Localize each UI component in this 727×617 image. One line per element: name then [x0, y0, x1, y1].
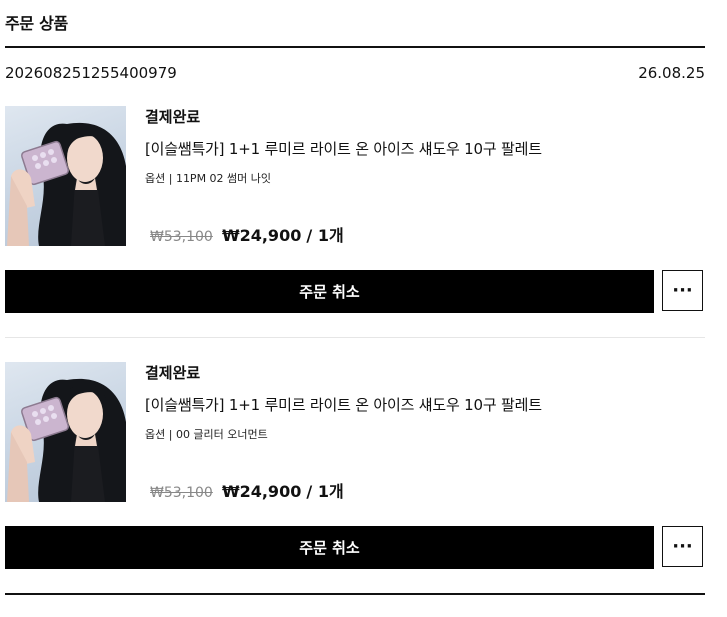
- cancel-order-button[interactable]: 주문 취소: [5, 526, 654, 569]
- top-divider: [5, 46, 705, 48]
- bottom-divider: [5, 593, 705, 595]
- product-thumbnail[interactable]: [5, 362, 126, 502]
- more-options-button[interactable]: ···: [662, 270, 703, 311]
- order-item: 결제완료 [이슬쌤특가] 1+1 루미르 라이트 온 아이즈 섀도우 10구 팔…: [0, 362, 727, 612]
- order-products-page: 주문 상품 202608251255400979 26.08.25 결제완료 […: [0, 0, 727, 617]
- order-date: 26.08.25: [638, 64, 705, 82]
- sale-price: ₩24,900: [221, 482, 302, 501]
- product-name[interactable]: [이슬쌤특가] 1+1 루미르 라이트 온 아이즈 섀도우 10구 팔레트: [145, 394, 542, 415]
- product-photo-icon: [7, 122, 126, 246]
- section-title: 주문 상품: [5, 14, 68, 33]
- order-item: 결제완료 [이슬쌤특가] 1+1 루미르 라이트 온 아이즈 섀도우 10구 팔…: [0, 106, 727, 356]
- quantity: / 1개: [306, 226, 344, 245]
- original-price: ₩53,100: [150, 229, 213, 245]
- order-status: 결제완료: [145, 364, 201, 382]
- cancel-order-button[interactable]: 주문 취소: [5, 270, 654, 313]
- product-thumbnail[interactable]: [5, 106, 126, 246]
- item-divider: [5, 337, 705, 338]
- price-row: ₩53,100 ₩24,900 / 1개: [150, 478, 344, 502]
- order-number: 202608251255400979: [5, 64, 177, 82]
- product-photo-icon: [7, 378, 126, 502]
- order-status: 결제완료: [145, 108, 201, 126]
- quantity: / 1개: [306, 482, 344, 501]
- product-name[interactable]: [이슬쌤특가] 1+1 루미르 라이트 온 아이즈 섀도우 10구 팔레트: [145, 138, 542, 159]
- price-row: ₩53,100 ₩24,900 / 1개: [150, 222, 344, 246]
- original-price: ₩53,100: [150, 485, 213, 501]
- more-options-button[interactable]: ···: [662, 526, 703, 567]
- sale-price: ₩24,900: [221, 226, 302, 245]
- product-option: 옵션 | 00 글리터 오너먼트: [145, 428, 268, 441]
- product-option: 옵션 | 11PM 02 썸머 나잇: [145, 172, 272, 185]
